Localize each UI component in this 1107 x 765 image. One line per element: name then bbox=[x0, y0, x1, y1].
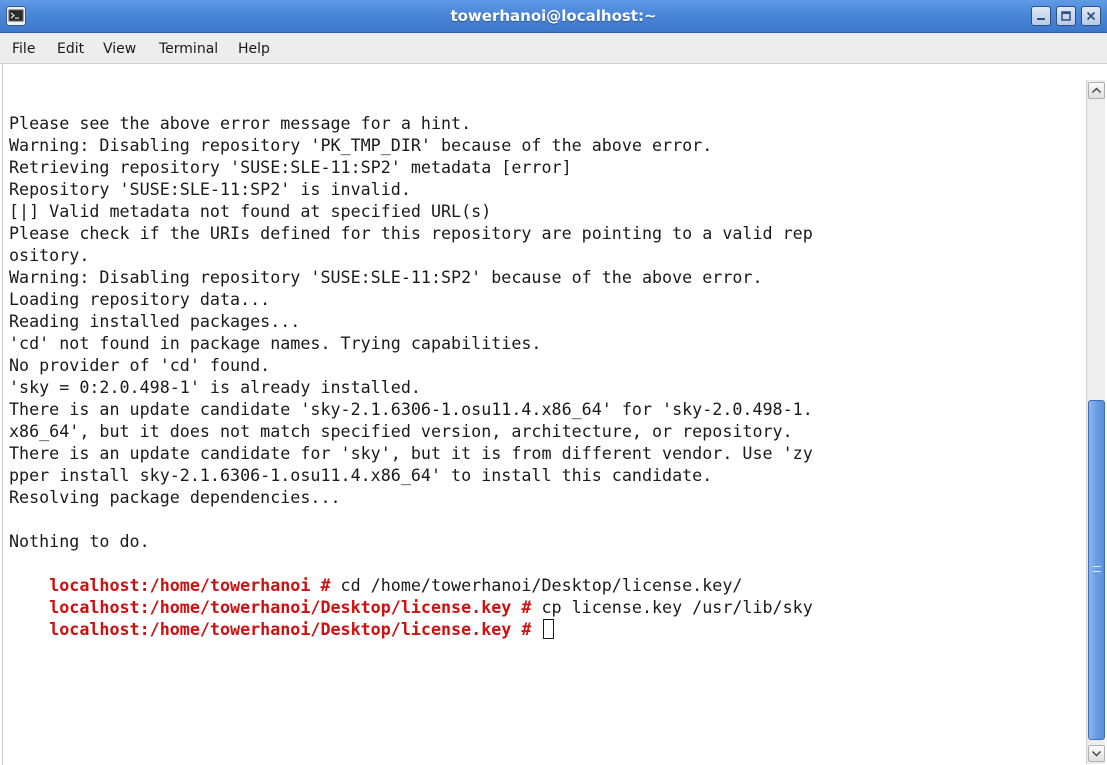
output-line: Please check if the URIs defined for thi… bbox=[9, 223, 813, 243]
scroll-thumb[interactable] bbox=[1088, 400, 1105, 740]
output-line: Loading repository data... bbox=[9, 289, 271, 309]
menu-view[interactable]: View bbox=[103, 41, 136, 57]
command-line: localhost:/home/towerhanoi/Desktop/licen… bbox=[9, 574, 813, 617]
scroll-up-button[interactable] bbox=[1088, 82, 1105, 99]
shell-prompt: localhost:/home/towerhanoi/Desktop/licen… bbox=[49, 619, 542, 639]
maximize-icon bbox=[1061, 11, 1071, 21]
close-icon bbox=[1086, 11, 1096, 21]
minimize-icon bbox=[1037, 18, 1045, 20]
output-line: Please see the above error message for a… bbox=[9, 113, 472, 133]
output-line: 'sky = 0:2.0.498-1' is already installed… bbox=[9, 377, 421, 397]
chevron-up-icon bbox=[1091, 87, 1102, 94]
scroll-down-button[interactable] bbox=[1088, 745, 1105, 762]
grip-icon bbox=[1093, 566, 1101, 572]
output-line: pper install sky-2.1.6306-1.osu11.4.x86_… bbox=[9, 465, 713, 485]
menu-terminal[interactable]: Terminal bbox=[159, 41, 218, 57]
terminal-output[interactable]: Please see the above error message for a… bbox=[2, 64, 1085, 765]
output-line: Retrieving repository 'SUSE:SLE-11:SP2' … bbox=[9, 157, 572, 177]
menu-bar: File Edit View Terminal Help bbox=[0, 33, 1107, 64]
vertical-scrollbar[interactable] bbox=[1086, 80, 1105, 764]
menu-help[interactable]: Help bbox=[238, 41, 270, 57]
output-line: ository. bbox=[9, 245, 90, 265]
output-line: There is an update candidate 'sky-2.1.63… bbox=[9, 399, 813, 419]
output-line: [|] Valid metadata not found at specifie… bbox=[9, 201, 492, 221]
output-line: Nothing to do. bbox=[9, 531, 150, 551]
minimize-button[interactable] bbox=[1031, 6, 1051, 26]
menu-edit[interactable]: Edit bbox=[57, 41, 84, 57]
chevron-down-icon bbox=[1091, 750, 1102, 757]
close-button[interactable] bbox=[1081, 6, 1101, 26]
title-bar[interactable]: towerhanoi@localhost:~ bbox=[0, 0, 1107, 33]
output-line: There is an update candidate for 'sky', … bbox=[9, 443, 813, 463]
output-line: Warning: Disabling repository 'PK_TMP_DI… bbox=[9, 135, 713, 155]
text-cursor bbox=[543, 619, 555, 639]
command-line[interactable]: localhost:/home/towerhanoi/Desktop/licen… bbox=[9, 596, 555, 639]
output-line: Repository 'SUSE:SLE-11:SP2' is invalid. bbox=[9, 179, 411, 199]
output-line: Warning: Disabling repository 'SUSE:SLE-… bbox=[9, 267, 763, 287]
output-line: x86_64', but it does not match specified… bbox=[9, 421, 793, 441]
output-line: Reading installed packages... bbox=[9, 311, 301, 331]
output-line: 'cd' not found in package names. Trying … bbox=[9, 333, 542, 353]
window-title: towerhanoi@localhost:~ bbox=[450, 7, 657, 25]
output-line: No provider of 'cd' found. bbox=[9, 355, 271, 375]
command-text: cp license.key /usr/lib/sky bbox=[541, 597, 813, 617]
maximize-button[interactable] bbox=[1056, 6, 1076, 26]
menu-file[interactable]: File bbox=[12, 41, 35, 57]
command-line: localhost:/home/towerhanoi # cd /home/to… bbox=[9, 552, 742, 595]
output-line: Resolving package dependencies... bbox=[9, 487, 341, 507]
